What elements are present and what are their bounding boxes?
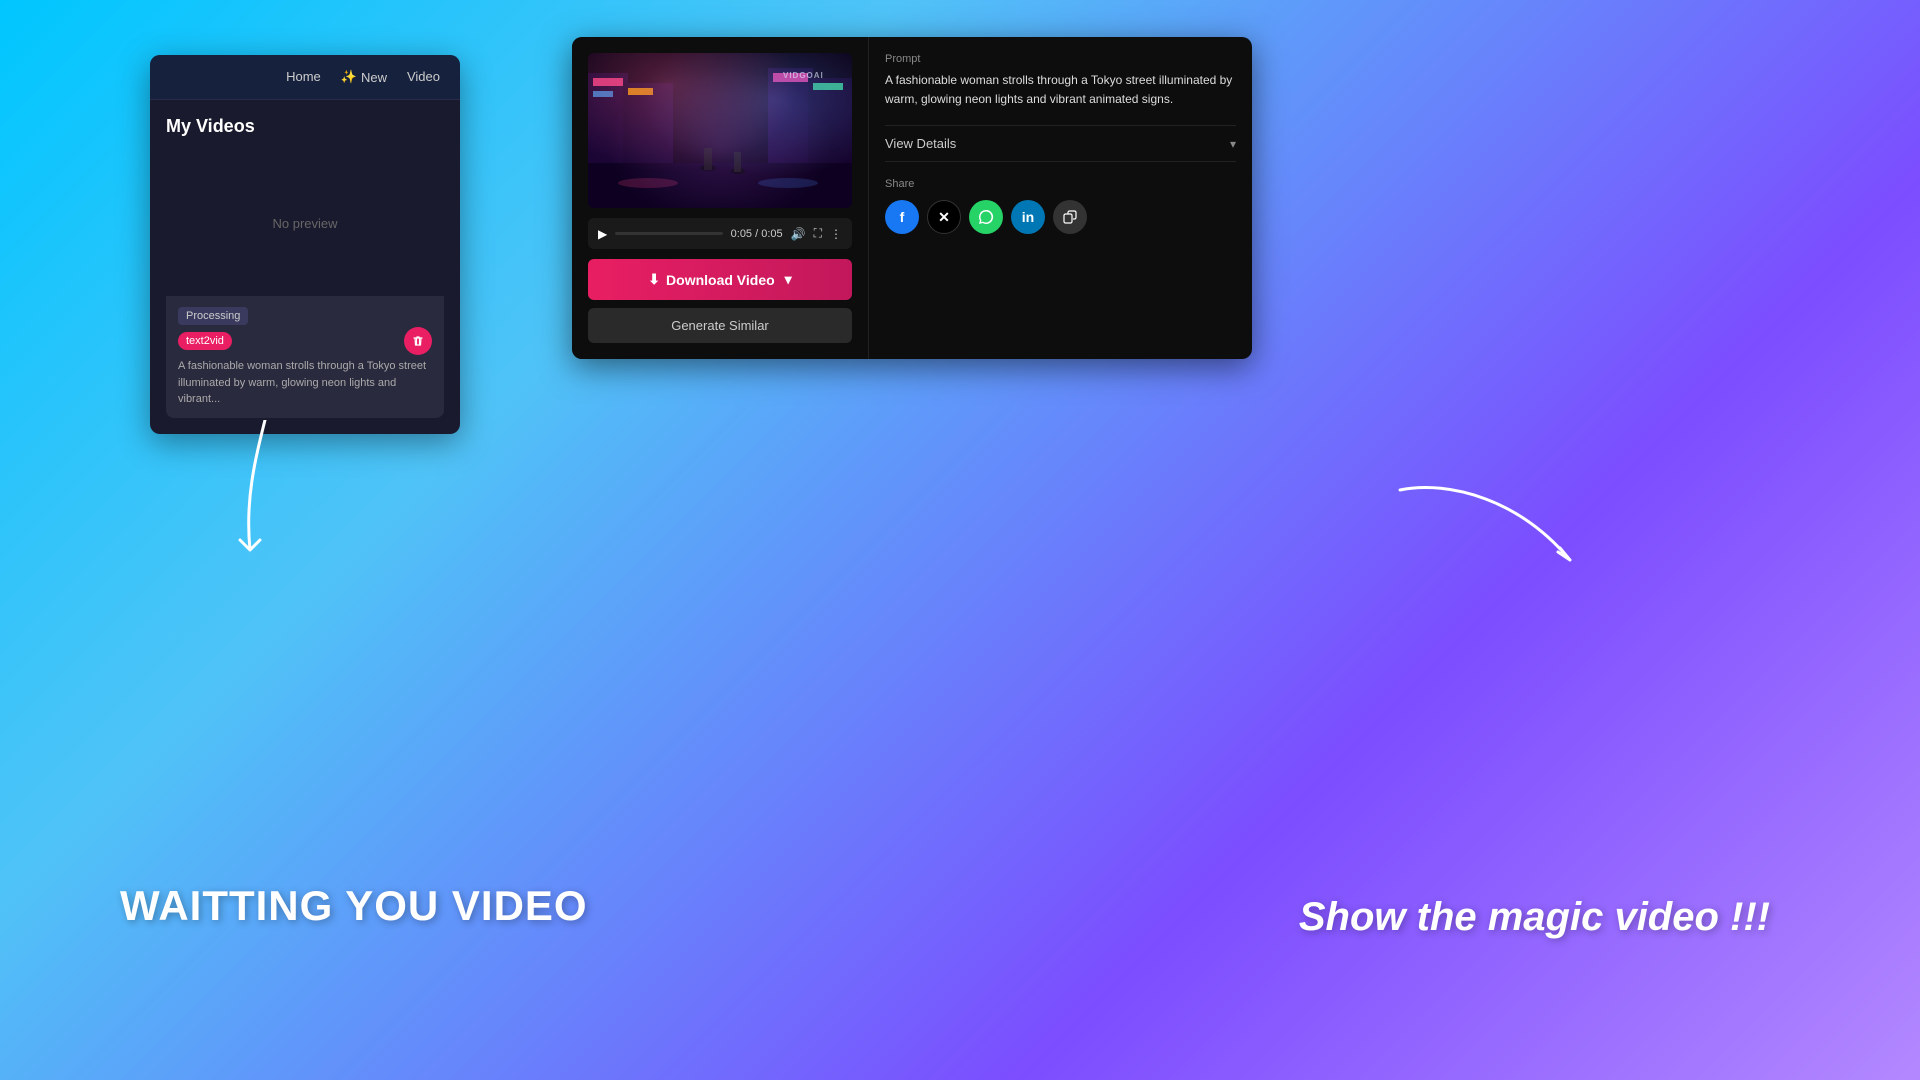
sparkle-icon: ✨ xyxy=(341,69,357,85)
download-icon: ⬇ xyxy=(648,271,660,288)
text2vid-badge: text2vid xyxy=(178,332,232,350)
video-thumbnail: VIDGOAI xyxy=(588,53,852,208)
panel-inner: VIDGOAI ▶ 0:05 / 0:05 🔊 ⛶ ⋮ ⬇ Download V… xyxy=(572,37,1252,359)
my-videos-title: My Videos xyxy=(166,116,444,137)
video-description: A fashionable woman strolls through a To… xyxy=(178,358,432,408)
whatsapp-share-button[interactable] xyxy=(969,200,1003,234)
video-section: VIDGOAI ▶ 0:05 / 0:05 🔊 ⛶ ⋮ ⬇ Download V… xyxy=(572,37,868,359)
info-section: Prompt A fashionable woman strolls throu… xyxy=(868,37,1252,359)
facebook-share-button[interactable]: f xyxy=(885,200,919,234)
nav-video[interactable]: Video xyxy=(407,69,440,85)
volume-icon[interactable]: 🔊 xyxy=(791,227,806,241)
video-card-footer: Processing text2vid A fashionable woman … xyxy=(166,296,444,418)
share-label: Share xyxy=(885,178,1236,190)
generate-similar-button[interactable]: Generate Similar xyxy=(588,308,852,343)
more-options-icon[interactable]: ⋮ xyxy=(830,227,842,241)
chevron-down-icon: ▾ xyxy=(1230,137,1236,151)
nav-new[interactable]: ✨ New xyxy=(341,69,387,85)
arrow-left xyxy=(235,420,295,580)
nav-home[interactable]: Home xyxy=(286,69,321,85)
left-annotation: WAITTING YOU VIDEO xyxy=(120,882,588,930)
fullscreen-icon[interactable]: ⛶ xyxy=(814,226,822,241)
no-preview-text: No preview xyxy=(272,216,337,231)
right-annotation-text: Show the magic video !!! xyxy=(1299,895,1770,940)
copy-link-button[interactable] xyxy=(1053,200,1087,234)
thumbnail-scene: VIDGOAI xyxy=(588,53,852,208)
left-annotation-text: WAITTING YOU VIDEO xyxy=(120,882,588,930)
processing-badge: Processing xyxy=(178,307,248,325)
delete-button[interactable] xyxy=(404,327,432,355)
prompt-label: Prompt xyxy=(885,53,1236,65)
video-viewer-panel: VIDGOAI ▶ 0:05 / 0:05 🔊 ⛶ ⋮ ⬇ Download V… xyxy=(572,37,1252,359)
linkedin-share-button[interactable]: in xyxy=(1011,200,1045,234)
dropdown-chevron-icon: ▾ xyxy=(785,271,792,288)
prompt-text: A fashionable woman strolls through a To… xyxy=(885,71,1236,109)
video-preview-area: No preview xyxy=(166,151,444,296)
progress-bar[interactable] xyxy=(615,232,722,235)
view-details-row[interactable]: View Details ▾ xyxy=(885,125,1236,162)
view-details-text[interactable]: View Details xyxy=(885,136,956,151)
arrow-right xyxy=(1390,480,1610,590)
right-annotation: Show the magic video !!! xyxy=(1299,895,1770,940)
panel-content: My Videos No preview Processing text2vid xyxy=(150,100,460,434)
video-card: No preview Processing text2vid A fashion… xyxy=(166,151,444,418)
video-actions: ⬇ Download Video ▾ Generate Similar xyxy=(588,259,852,343)
my-videos-panel: Home ✨ New Video My Videos No preview Pr… xyxy=(150,55,460,434)
time-display: 0:05 / 0:05 xyxy=(731,228,783,240)
neon-overlay xyxy=(588,53,852,208)
download-video-button[interactable]: ⬇ Download Video ▾ xyxy=(588,259,852,300)
play-button[interactable]: ▶ xyxy=(598,227,607,241)
controls-row: ▶ 0:05 / 0:05 🔊 ⛶ ⋮ xyxy=(598,226,842,241)
share-buttons: f ✕ in xyxy=(885,200,1236,234)
x-share-button[interactable]: ✕ xyxy=(927,200,961,234)
video-controls: ▶ 0:05 / 0:05 🔊 ⛶ ⋮ xyxy=(588,218,852,249)
nav-bar: Home ✨ New Video xyxy=(150,55,460,100)
